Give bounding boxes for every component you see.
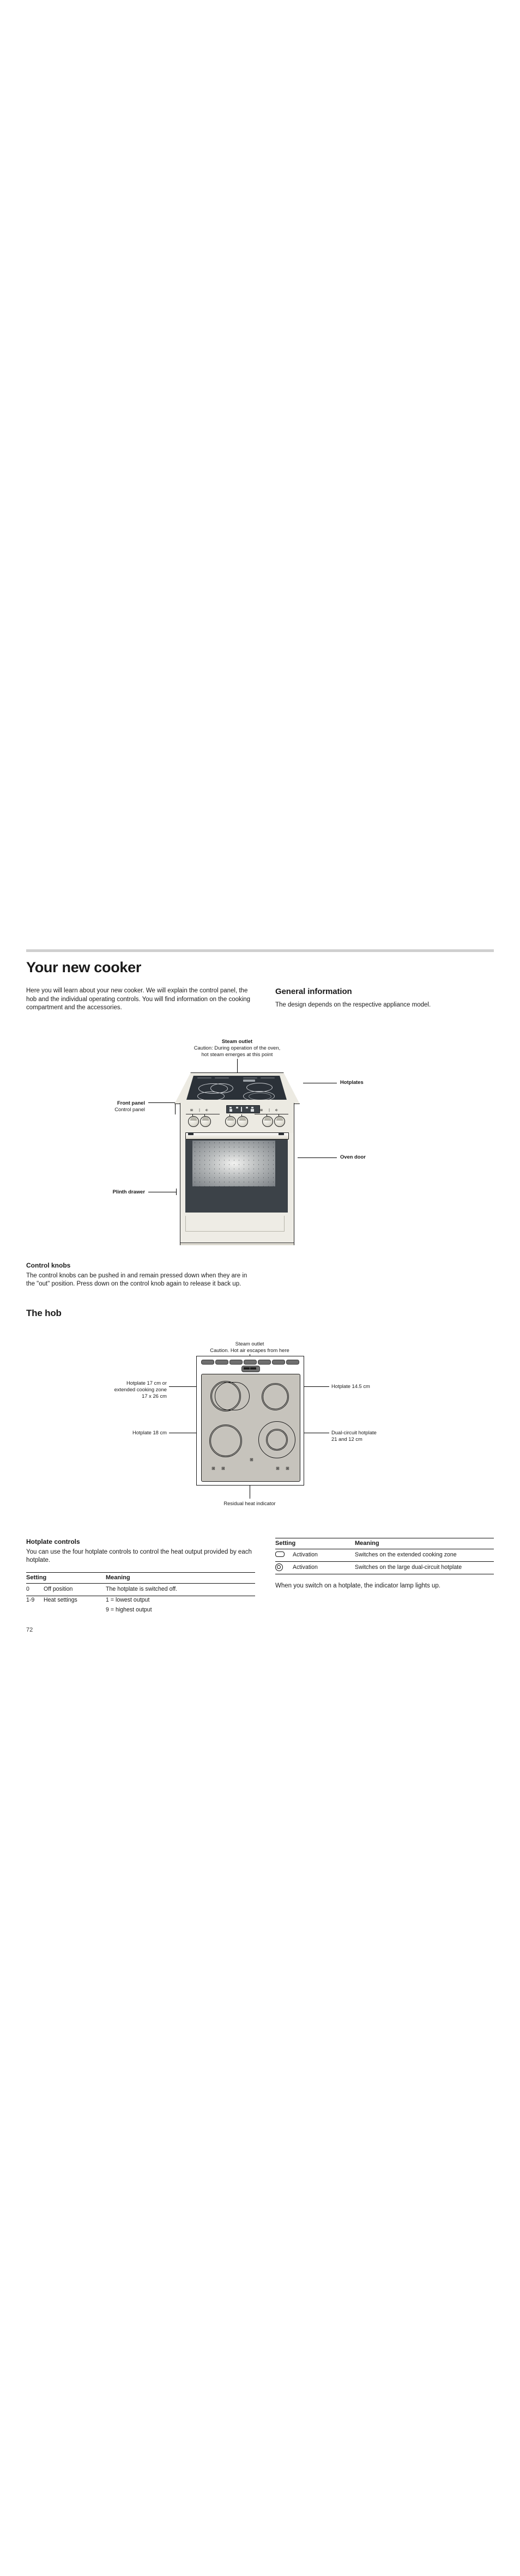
general-information-column: General information The design depends o… — [275, 987, 494, 1009]
hob-label-dual-line2: 21 and 12 cm — [331, 1436, 362, 1442]
table-row: 0 Off position The hotplate is switched … — [26, 1583, 255, 1596]
cooker-illustration: ⊞ | ⎆ ⊞ | ⎆ — [174, 1072, 300, 1247]
cooker-diagram: Steam outlet Caution: During operation o… — [26, 1038, 494, 1278]
column-header-setting: Setting — [26, 1572, 106, 1584]
general-information-paragraph: The design depends on the respective app… — [275, 1002, 431, 1009]
control-knob[interactable] — [200, 1116, 211, 1127]
control-knob[interactable] — [262, 1116, 273, 1127]
table-row: Activation Switches on the extended cook… — [275, 1549, 494, 1562]
table-row-continuation: 9 = highest output — [26, 1606, 255, 1616]
oven-door-handle[interactable] — [185, 1132, 289, 1139]
cell-meaning: Switches on the extended cooking zone — [355, 1549, 494, 1562]
column-header-meaning: Meaning — [355, 1538, 494, 1549]
general-information-heading: General information — [275, 987, 352, 997]
hob-label-17cm-line1: Hotplate 17 cm or — [126, 1380, 167, 1386]
hob-label-14-5cm: Hotplate 14.5 cm — [331, 1383, 370, 1389]
manual-page: Your new cooker Here you will learn abou… — [0, 0, 520, 2576]
control-panel-label: Control panel — [114, 1106, 145, 1112]
cell-meaning: 1 = lowest output — [106, 1596, 150, 1603]
hob-vent-strip — [200, 1360, 300, 1372]
cell-meaning: The hotplate is switched off. — [106, 1583, 255, 1596]
cooker-display — [226, 1105, 260, 1113]
residual-heat-mark: ⊞ — [286, 1466, 289, 1471]
control-knobs-heading: Control knobs — [26, 1262, 71, 1269]
hob-diagram: Steam outlet Caution. Hot air escapes fr… — [26, 1341, 494, 1520]
hob-label-residual-heat: Residual heat indicator — [223, 1500, 276, 1506]
hotplate-controls-column: Hotplate controls You can use the four h… — [26, 1538, 255, 1616]
header-rule — [26, 949, 494, 952]
cell-name: Activation — [293, 1561, 355, 1574]
extended-cooking-zone-icon — [275, 1551, 285, 1557]
front-panel-label: Front panel — [117, 1100, 145, 1106]
hob-label-17cm-line2: extended cooking zone — [114, 1386, 167, 1392]
cell-setting: 0 — [26, 1583, 44, 1596]
cell-icon — [275, 1549, 293, 1562]
column-header-setting: Setting — [275, 1538, 355, 1549]
page-number: 72 — [26, 1627, 33, 1633]
steam-outlet-caution-line1: Caution: During operation of the oven, — [194, 1045, 281, 1051]
hotplate-settings-table: Setting Meaning 0 Off position The hotpl… — [26, 1572, 255, 1616]
steam-outlet-leader — [237, 1059, 238, 1072]
hob-steam-outlet — [241, 1366, 260, 1372]
residual-heat-mark-center: ⊞ — [250, 1457, 253, 1462]
dual-circuit-icon — [275, 1563, 283, 1571]
residual-heat-mark: ⊞ — [276, 1466, 280, 1471]
column-header-meaning: Meaning — [106, 1572, 255, 1584]
table-header-row: Setting Meaning — [275, 1538, 494, 1549]
hob-steam-outlet-caution: Caution. Hot air escapes from here — [210, 1347, 289, 1353]
control-knobs-paragraph: The control knobs can be pushed in and r… — [26, 1272, 247, 1288]
hob-steam-outlet-title: Steam outlet — [235, 1341, 264, 1347]
hob-surface: ⊞ ⊞ ⊞ ⊞ ⊞ — [201, 1374, 300, 1482]
intro-columns: Here you will learn about your new cooke… — [26, 987, 494, 1034]
cooker-oven-door[interactable] — [180, 1132, 294, 1214]
oven-door-leader — [298, 1157, 337, 1158]
hotplates-label: Hotplates — [340, 1079, 364, 1085]
cell-icon — [275, 1561, 293, 1574]
cell-meaning: Switches on the large dual-circuit hotpl… — [355, 1561, 494, 1574]
cooker-control-panel: ⊞ | ⎆ ⊞ | ⎆ — [180, 1103, 294, 1134]
page-content: Your new cooker Here you will learn abou… — [26, 949, 494, 1034]
residual-heat-mark: ⊞ — [221, 1466, 225, 1471]
oven-door-label: Oven door — [340, 1154, 366, 1160]
control-knob[interactable] — [274, 1116, 285, 1127]
steam-outlet-caution-line2: hot steam emerges at this point — [201, 1051, 273, 1057]
intro-left-column: Here you will learn about your new cooke… — [26, 987, 255, 1012]
intro-paragraph: Here you will learn about your new cooke… — [26, 987, 251, 1011]
oven-door-window-pattern — [192, 1141, 275, 1186]
hob-label-18cm: Hotplate 18 cm — [132, 1429, 167, 1435]
plinth-foot — [180, 1242, 294, 1245]
activation-settings-column: Setting Meaning Activation Switches on t… — [275, 1538, 494, 1590]
cell-setting: 1-9 — [26, 1596, 35, 1603]
hob-label-dual-line1: Dual-circuit hotplate — [331, 1429, 377, 1435]
hob-illustration: ⊞ ⊞ ⊞ ⊞ ⊞ — [196, 1356, 304, 1486]
table-header-row: Setting Meaning — [26, 1572, 255, 1584]
control-knob[interactable] — [188, 1116, 199, 1127]
indicator-lamp-footnote: When you switch on a hotplate, the indic… — [275, 1582, 441, 1589]
tables-section: Hotplate controls You can use the four h… — [26, 1526, 494, 1613]
hob-label-17cm-line3: 17 x 26 cm — [142, 1393, 167, 1399]
table-row: 1-9 Heat settings 1 = lowest output — [26, 1596, 255, 1606]
the-hob-heading: The hob — [26, 1308, 62, 1318]
hotplate-controls-heading: Hotplate controls — [26, 1538, 80, 1545]
cell-name: Heat settings — [44, 1596, 77, 1603]
cooker-hob-glass — [186, 1076, 287, 1100]
control-knobs-section: Control knobs The control knobs can be p… — [26, 1262, 255, 1288]
plinth-drawer-label: Plinth drawer — [112, 1189, 145, 1195]
hotplate-controls-paragraph: You can use the four hotplate controls t… — [26, 1549, 252, 1564]
the-hob-section-heading: The hob — [26, 1308, 62, 1319]
table-row: Activation Switches on the large dual-ci… — [275, 1561, 494, 1574]
front-panel-leader — [148, 1102, 176, 1103]
cell-name: Activation — [293, 1549, 355, 1562]
activation-settings-table: Setting Meaning Activation Switches on t… — [275, 1538, 494, 1574]
cooker-steam-vent — [243, 1080, 255, 1082]
cooker-plinth-drawer[interactable] — [180, 1214, 294, 1245]
page-title: Your new cooker — [26, 959, 142, 975]
control-knob[interactable] — [237, 1116, 248, 1127]
control-knob[interactable] — [225, 1116, 236, 1127]
cell-meaning-line2: 9 = highest output — [106, 1607, 152, 1614]
cell-name: Off position — [44, 1583, 106, 1596]
steam-outlet-title: Steam outlet — [221, 1038, 253, 1044]
plinth-drawer-front — [185, 1216, 285, 1232]
residual-heat-mark: ⊞ — [211, 1466, 215, 1471]
